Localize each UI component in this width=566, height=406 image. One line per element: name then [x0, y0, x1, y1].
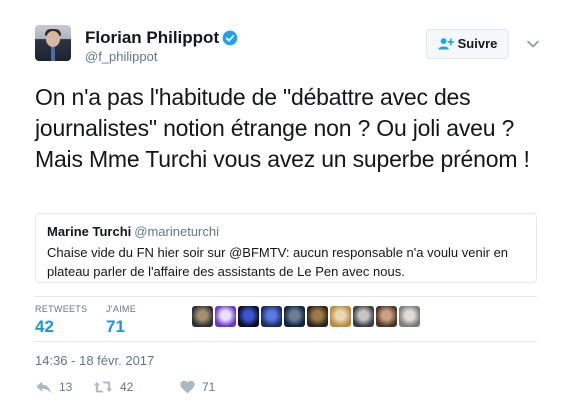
- likes-stat[interactable]: J'AIME 71: [106, 303, 136, 337]
- quoted-tweet[interactable]: Marine Turchi @marineturchi Chaise vide d…: [35, 213, 537, 283]
- quoted-author-handle: @marineturchi: [134, 224, 220, 239]
- liker-avatar-2[interactable]: [215, 306, 236, 327]
- verified-badge-icon: [222, 30, 238, 46]
- likes-label: J'AIME: [106, 304, 137, 314]
- liker-avatar-10[interactable]: [399, 306, 420, 327]
- author-handle[interactable]: @f_philippot: [85, 49, 238, 65]
- follow-button-label: Suivre: [457, 36, 498, 51]
- liker-avatar-1[interactable]: [192, 306, 213, 327]
- liker-avatar-8[interactable]: [353, 306, 374, 327]
- retweet-action[interactable]: 42: [93, 378, 133, 396]
- tweet-stats: RETWEETS 42 J'AIME 71: [35, 296, 537, 342]
- reply-icon: [36, 381, 51, 393]
- liker-avatar-4[interactable]: [261, 306, 282, 327]
- like-action[interactable]: 71: [180, 378, 215, 396]
- liker-avatar-3[interactable]: [238, 306, 259, 327]
- like-count: 71: [202, 380, 216, 394]
- add-user-icon: [438, 38, 454, 50]
- retweets-stat[interactable]: RETWEETS 42: [35, 303, 87, 337]
- tweet-text: On n'a pas l'habitude de "débattre avec …: [35, 84, 530, 172]
- liker-avatar-5[interactable]: [284, 306, 305, 327]
- retweets-count: 42: [35, 317, 54, 336]
- author-display-name[interactable]: Florian Philippot: [85, 28, 219, 48]
- author-name-block[interactable]: Florian Philippot @f_philippot: [85, 28, 238, 65]
- likes-count: 71: [106, 317, 125, 336]
- heart-icon: [180, 380, 195, 394]
- liker-avatar-6[interactable]: [307, 306, 328, 327]
- follow-button[interactable]: Suivre: [426, 29, 509, 59]
- quoted-tweet-text: Chaise vide du FN hier soir sur @BFMTV: …: [47, 245, 509, 279]
- tweet-timestamp[interactable]: 14:36 - 18 févr. 2017: [35, 353, 154, 368]
- reply-action[interactable]: 13: [35, 378, 72, 396]
- tweet-header: Florian Philippot @f_philippot Suivre: [35, 25, 566, 69]
- author-avatar[interactable]: [35, 25, 71, 61]
- reply-count: 13: [59, 380, 73, 394]
- quoted-tweet-header: Marine Turchi @marineturchi: [47, 224, 525, 240]
- retweets-label: RETWEETS: [35, 304, 88, 314]
- chevron-down-icon[interactable]: [526, 37, 540, 51]
- retweet-icon: [93, 381, 113, 393]
- liker-avatar-9[interactable]: [376, 306, 397, 327]
- quoted-author-name: Marine Turchi: [47, 224, 132, 239]
- liker-avatar-7[interactable]: [330, 306, 351, 327]
- retweet-count: 42: [120, 380, 134, 394]
